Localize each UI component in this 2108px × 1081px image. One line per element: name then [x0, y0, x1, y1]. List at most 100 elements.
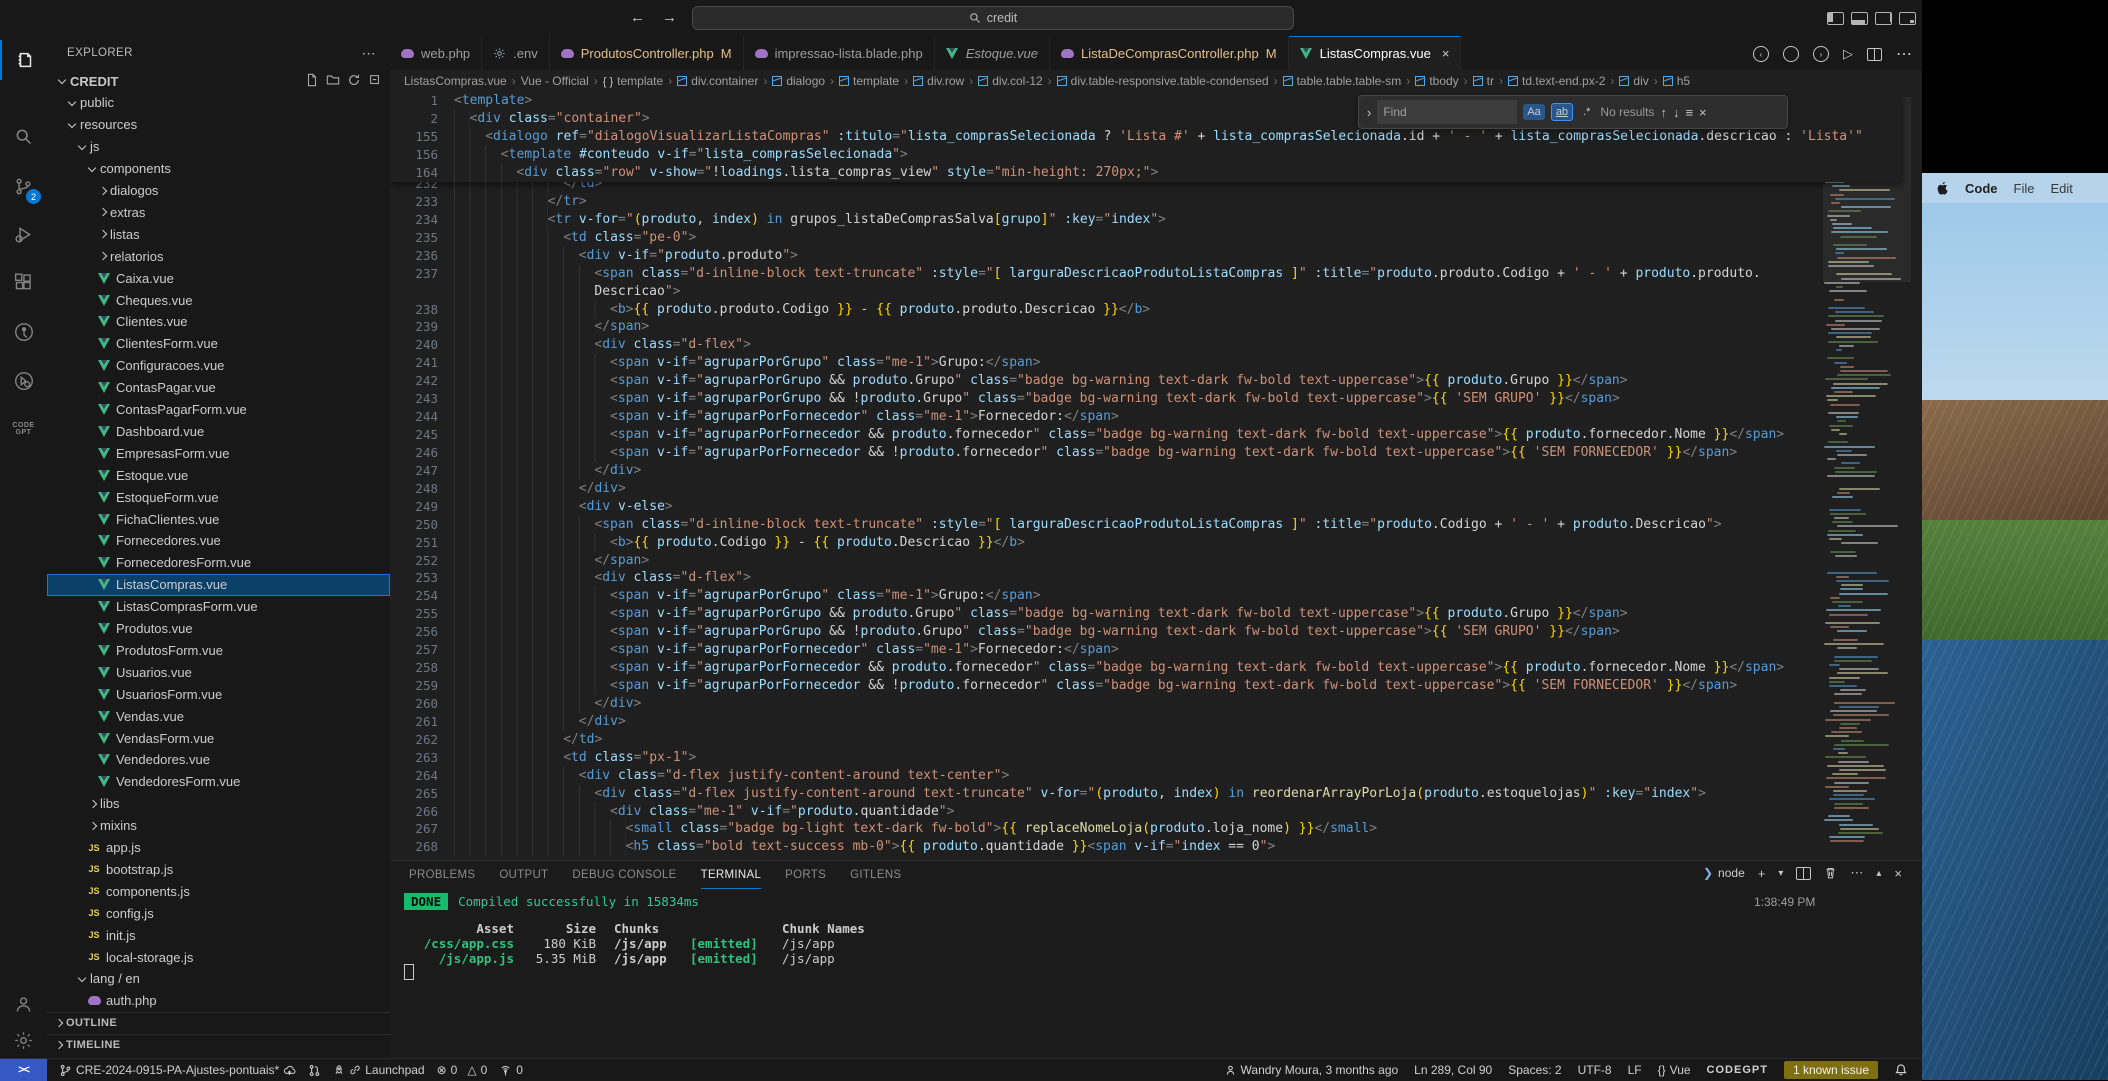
explorer-item-Cheques.vue[interactable]: Cheques.vue	[47, 289, 390, 311]
source-control-icon[interactable]: 2	[0, 166, 47, 206]
explorer-item-ProdutosForm.vue[interactable]: ProdutosForm.vue	[47, 639, 390, 661]
extensions-icon[interactable]	[0, 262, 47, 302]
explorer-item-local-storage.js[interactable]: JSlocal-storage.js	[47, 946, 390, 968]
new-folder-icon[interactable]	[326, 73, 340, 87]
explorer-item-ListasComprasForm.vue[interactable]: ListasComprasForm.vue	[47, 596, 390, 618]
cursor-position-item[interactable]: Ln 289, Col 90	[1414, 1063, 1492, 1077]
command-center-search[interactable]: credit	[692, 6, 1294, 30]
broadcast-item[interactable]: 0	[499, 1063, 523, 1077]
explorer-item-Fornecedores.vue[interactable]: Fornecedores.vue	[47, 530, 390, 552]
git-blame-item[interactable]: Wandry Moura, 3 months ago	[1224, 1063, 1399, 1077]
nav-dot-circle-icon[interactable]	[1783, 46, 1799, 62]
run-debug-icon[interactable]	[0, 214, 47, 254]
terminal-shell-label[interactable]: ❯node	[1703, 866, 1745, 880]
breadcrumb-item[interactable]: tbody	[1415, 74, 1458, 88]
explorer-item-Configuracoes.vue[interactable]: Configuracoes.vue	[47, 355, 390, 377]
explorer-item-ListasCompras.vue[interactable]: ListasCompras.vue	[47, 574, 390, 596]
explorer-item-EstoqueForm.vue[interactable]: EstoqueForm.vue	[47, 486, 390, 508]
indentation-item[interactable]: Spaces: 2	[1508, 1063, 1561, 1077]
menu-edit[interactable]: Edit	[2050, 181, 2072, 196]
terminal-dropdown-icon[interactable]: ▾	[1778, 868, 1783, 879]
explorer-item-public[interactable]: public	[47, 92, 390, 114]
breadcrumb-item[interactable]: div.container	[677, 74, 758, 88]
encoding-item[interactable]: UTF-8	[1578, 1063, 1612, 1077]
nav-back-icon[interactable]: ←	[630, 9, 645, 26]
breadcrumb-item[interactable]: table.table.table-sm	[1283, 74, 1402, 88]
explorer-item-extras[interactable]: extras	[47, 201, 390, 223]
breadcrumb-item[interactable]: div	[1619, 74, 1648, 88]
explorer-item-TIMELINE[interactable]: TIMELINE	[47, 1034, 390, 1056]
explorer-item-auth.php[interactable]: auth.php	[47, 990, 390, 1012]
explorer-item-relatorios[interactable]: relatorios	[47, 245, 390, 267]
explorer-item-FichaClientes.vue[interactable]: FichaClientes.vue	[47, 508, 390, 530]
notifications-bell-icon[interactable]	[1894, 1063, 1908, 1077]
new-terminal-icon[interactable]: +	[1758, 866, 1766, 881]
explorer-item-init.js[interactable]: JSinit.js	[47, 924, 390, 946]
breadcrumb-item[interactable]: template	[839, 74, 899, 88]
find-input[interactable]	[1377, 100, 1517, 124]
panel-tab-DEBUG CONSOLE[interactable]: DEBUG CONSOLE	[572, 862, 676, 888]
explorer-item-FornecedoresForm.vue[interactable]: FornecedoresForm.vue	[47, 552, 390, 574]
close-tab-icon[interactable]: ×	[1442, 46, 1450, 61]
explorer-item-Produtos.vue[interactable]: Produtos.vue	[47, 618, 390, 640]
explorer-item-OUTLINE[interactable]: OUTLINE	[47, 1012, 390, 1034]
toggle-primary-sidebar-icon[interactable]	[1827, 12, 1844, 25]
explorer-item-VendasForm.vue[interactable]: VendasForm.vue	[47, 727, 390, 749]
kill-terminal-icon[interactable]	[1824, 866, 1837, 880]
editor-more-actions-icon[interactable]: ⋯	[1896, 44, 1912, 64]
breadcrumb-item[interactable]: { }template	[603, 74, 663, 88]
editor-tab-ListaDeComprasController.php[interactable]: ListaDeComprasController.phpM	[1050, 36, 1289, 70]
explorer-item-components.js[interactable]: JScomponents.js	[47, 880, 390, 902]
collapse-all-icon[interactable]	[368, 73, 382, 87]
panel-tab-PORTS[interactable]: PORTS	[785, 862, 826, 888]
breadcrumb-item[interactable]: tr	[1473, 74, 1494, 88]
close-panel-icon[interactable]: ×	[1894, 866, 1902, 881]
breadcrumb-item[interactable]: h5	[1663, 74, 1690, 88]
explorer-more-actions-icon[interactable]: ⋯	[362, 45, 376, 62]
explorer-item-Caixa.vue[interactable]: Caixa.vue	[47, 267, 390, 289]
settings-gear-icon[interactable]	[0, 1020, 47, 1060]
panel-tab-OUTPUT[interactable]: OUTPUT	[499, 862, 548, 888]
known-issue-badge[interactable]: 1 known issue	[1784, 1061, 1878, 1079]
toggle-secondary-sidebar-icon[interactable]	[1875, 12, 1892, 25]
explorer-item-UsuariosForm.vue[interactable]: UsuariosForm.vue	[47, 683, 390, 705]
panel-more-actions-icon[interactable]: ⋯	[1850, 865, 1863, 881]
explorer-item-dialogos[interactable]: dialogos	[47, 180, 390, 202]
menu-file[interactable]: File	[2014, 181, 2035, 196]
breadcrumb-item[interactable]: dialogo	[772, 74, 825, 88]
find-expand-icon[interactable]: ›	[1367, 105, 1371, 120]
explorer-item-js[interactable]: js	[47, 136, 390, 158]
explorer-item-components[interactable]: components	[47, 158, 390, 180]
launchpad-item[interactable]: Launchpad	[333, 1063, 424, 1077]
explorer-item-ClientesForm.vue[interactable]: ClientesForm.vue	[47, 333, 390, 355]
explorer-item-Usuarios.vue[interactable]: Usuarios.vue	[47, 661, 390, 683]
explorer-item-bootstrap.js[interactable]: JSbootstrap.js	[47, 858, 390, 880]
split-terminal-icon[interactable]	[1796, 867, 1811, 880]
explorer-item-ContasPagarForm.vue[interactable]: ContasPagarForm.vue	[47, 399, 390, 421]
remote-indicator[interactable]: ><	[0, 1059, 47, 1081]
new-file-icon[interactable]	[305, 73, 319, 87]
toggle-panel-icon[interactable]	[1851, 12, 1868, 25]
accounts-icon[interactable]	[0, 984, 47, 1024]
explorer-item-Clientes.vue[interactable]: Clientes.vue	[47, 311, 390, 333]
problems-item[interactable]: ⊗0 △0	[437, 1063, 488, 1077]
breadcrumb-item[interactable]: div.row	[913, 74, 964, 88]
find-in-selection-icon[interactable]: ≡	[1685, 105, 1693, 120]
extension-a-icon[interactable]	[0, 312, 47, 352]
regex-button[interactable]: .*	[1579, 104, 1594, 120]
explorer-item-lang / en[interactable]: lang / en	[47, 968, 390, 990]
refresh-icon[interactable]	[347, 73, 361, 87]
editor-tab-impressao-lista.blade.php[interactable]: impressao-lista.blade.php	[744, 36, 935, 70]
split-editor-icon[interactable]	[1867, 48, 1882, 61]
breadcrumb-item[interactable]: td.text-end.px-2	[1508, 74, 1605, 88]
explorer-item-Estoque.vue[interactable]: Estoque.vue	[47, 464, 390, 486]
explorer-item-CREDIT[interactable]: CREDIT	[47, 70, 390, 92]
explorer-item-resources[interactable]: resources	[47, 114, 390, 136]
codegpt-icon[interactable]: CODEGPT	[0, 409, 47, 449]
explorer-item-VendedoresForm.vue[interactable]: VendedoresForm.vue	[47, 771, 390, 793]
editor-tab-ListasCompras.vue[interactable]: ListasCompras.vue×	[1289, 36, 1462, 70]
eol-item[interactable]: LF	[1628, 1063, 1642, 1077]
explorer-item-Vendas.vue[interactable]: Vendas.vue	[47, 705, 390, 727]
breadcrumb-item[interactable]: div.col-12	[978, 74, 1042, 88]
editor-tab-web.php[interactable]: web.php	[390, 36, 482, 70]
